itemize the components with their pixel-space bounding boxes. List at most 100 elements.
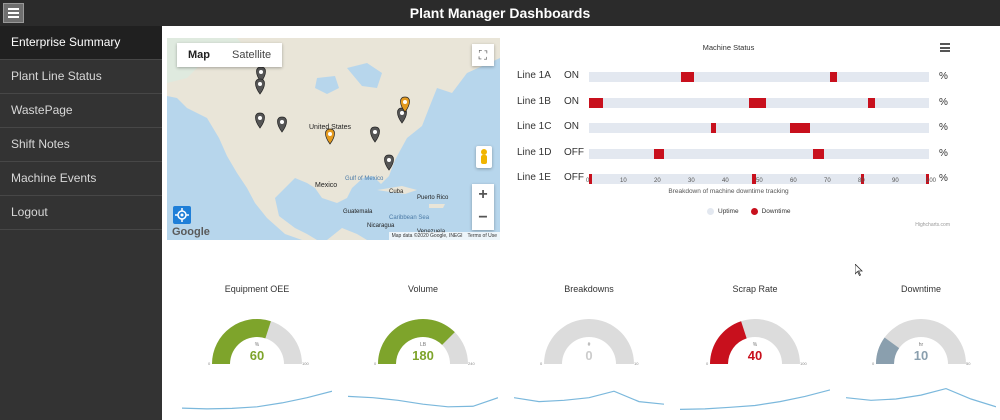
legend-item-uptime[interactable]: Uptime	[707, 208, 739, 215]
sidebar-item-enterprise-summary[interactable]: Enterprise Summary	[0, 26, 162, 60]
zoom-in-button[interactable]: +	[472, 184, 494, 207]
line-status: OFF	[564, 172, 584, 183]
app-title: Plant Manager Dashboards	[409, 5, 591, 21]
map-pin-icon[interactable]	[325, 128, 335, 145]
downtime-segment[interactable]	[589, 97, 603, 108]
line-label: Line 1D	[517, 146, 552, 158]
uptime-bar[interactable]	[589, 72, 929, 82]
map-pin-icon[interactable]	[277, 116, 287, 133]
map-type-control: Map Satellite	[177, 43, 283, 67]
plant-map[interactable]: United States Mexico Cuba Gulf of Mexico…	[167, 38, 500, 240]
locate-icon[interactable]	[173, 206, 191, 224]
sidebar-item-wastepage[interactable]: WastePage	[0, 94, 162, 128]
gauge-min: 0	[374, 361, 377, 366]
zoom-out-button[interactable]: −	[472, 207, 494, 230]
downtime-segment[interactable]	[867, 97, 875, 108]
sidebar-item-shift-notes[interactable]: Shift Notes	[0, 128, 162, 162]
x-tick-label: 60	[790, 178, 797, 184]
gauge-equipment-oee: Equipment OEE% 60 0 100	[182, 284, 332, 414]
gauge-scrap-rate: Scrap Rate% 40 0 100	[680, 284, 830, 414]
menu-icon[interactable]	[3, 3, 24, 23]
gauge-downtime: Downtime hr 10 0 50	[846, 284, 996, 414]
uptime-bar[interactable]	[589, 123, 929, 133]
mouse-cursor-icon	[855, 264, 863, 276]
chart-x-axis-label: Breakdown of machine downtime tracking	[668, 188, 789, 195]
uptime-bar[interactable]	[589, 148, 929, 159]
x-tick-label: 0	[586, 178, 590, 184]
gauge-title: Equipment OEE	[224, 284, 290, 294]
main-content: United States Mexico Cuba Gulf of Mexico…	[162, 26, 1000, 420]
gauge-min: 0	[540, 361, 543, 366]
trend-sparkline	[348, 395, 498, 408]
gauge-title: Downtime	[900, 284, 941, 294]
x-tick-label: 50	[756, 178, 763, 184]
percent-unit: %	[939, 122, 948, 133]
line-label: Line 1B	[517, 95, 551, 107]
gauge-title: Scrap Rate	[732, 284, 778, 294]
x-tick-label: 40	[722, 178, 729, 184]
gauge-min: 0	[872, 361, 875, 366]
gauge-value: 40	[747, 348, 763, 363]
gauge-min: 0	[706, 361, 709, 366]
gauge-value: 60	[249, 348, 265, 363]
map-pin-icon[interactable]	[370, 126, 380, 143]
x-tick-label: 90	[892, 178, 899, 184]
gauge-value: 0	[585, 348, 593, 363]
downtime-segment[interactable]	[748, 97, 766, 108]
map-pin-icon[interactable]	[384, 154, 394, 171]
line-status: OFF	[564, 146, 584, 158]
street-view-pegman-icon[interactable]	[476, 146, 492, 168]
top-bar: Plant Manager Dashboards	[0, 0, 1000, 26]
trend-sparkline	[514, 390, 664, 405]
fullscreen-icon[interactable]: ⛶	[472, 44, 494, 66]
downtime-segment[interactable]	[680, 72, 695, 82]
x-tick-label: 100	[926, 178, 937, 184]
uptime-bar[interactable]	[589, 97, 929, 108]
map-data-attribution: Map data ©2020 Google, INEGI	[391, 233, 463, 239]
percent-unit: %	[939, 173, 948, 184]
percent-unit: %	[939, 147, 948, 159]
downtime-segment[interactable]	[830, 72, 838, 82]
x-tick-label: 80	[858, 178, 865, 184]
gauge-max: 240	[468, 361, 475, 366]
downtime-segment[interactable]	[711, 123, 717, 133]
trend-sparkline	[680, 389, 830, 410]
line-label: Line 1A	[517, 70, 551, 81]
google-logo: Google	[172, 226, 210, 238]
trend-sparkline	[182, 390, 332, 410]
sidebar-item-machine-events[interactable]: Machine Events	[0, 162, 162, 196]
line-label: Line 1E	[517, 172, 551, 183]
chart-menu-icon[interactable]	[940, 43, 950, 52]
x-tick-label: 20	[654, 178, 661, 184]
map-pin-icon[interactable]	[255, 78, 265, 95]
gauge-max: 50	[966, 361, 971, 366]
downtime-segment[interactable]	[813, 148, 824, 159]
map-type-map-button[interactable]: Map	[177, 43, 221, 67]
line-status: ON	[564, 70, 579, 81]
sidebar-item-logout[interactable]: Logout	[0, 196, 162, 230]
sidebar: Enterprise Summary Plant Line Status Was…	[0, 26, 162, 420]
gauge-max: 100	[800, 361, 807, 366]
downtime-segment[interactable]	[653, 148, 664, 159]
map-type-satellite-button[interactable]: Satellite	[221, 43, 282, 67]
x-tick-label: 10	[620, 178, 627, 184]
downtime-segment[interactable]	[589, 174, 593, 184]
map-terms-link[interactable]: Terms of Use	[468, 233, 497, 239]
chart-credit[interactable]: Highcharts.com	[915, 222, 950, 228]
map-pin-icon[interactable]	[255, 112, 265, 129]
gauge-title: Breakdowns	[564, 284, 614, 294]
legend-item-downtime[interactable]: Downtime	[750, 208, 791, 215]
percent-unit: %	[939, 96, 948, 108]
x-tick-label: 30	[688, 178, 695, 184]
machine-status-chart: Machine Status Line 1A ON% Line 1B ON% Line …	[507, 38, 950, 246]
sidebar-item-plant-line-status[interactable]: Plant Line Status	[0, 60, 162, 94]
downtime-segment[interactable]	[789, 123, 810, 133]
gauge-min: 0	[208, 361, 211, 366]
gauge-volume: Volume LB 180 0 240	[348, 284, 498, 414]
line-status: ON	[564, 121, 579, 132]
gauge-value: 180	[412, 348, 434, 363]
x-tick-label: 70	[824, 178, 831, 184]
gauge-breakdowns: Breakdowns #0 0 10	[514, 284, 664, 414]
trend-sparkline	[846, 387, 996, 408]
chart-legend: Uptime Downtime	[707, 208, 791, 215]
